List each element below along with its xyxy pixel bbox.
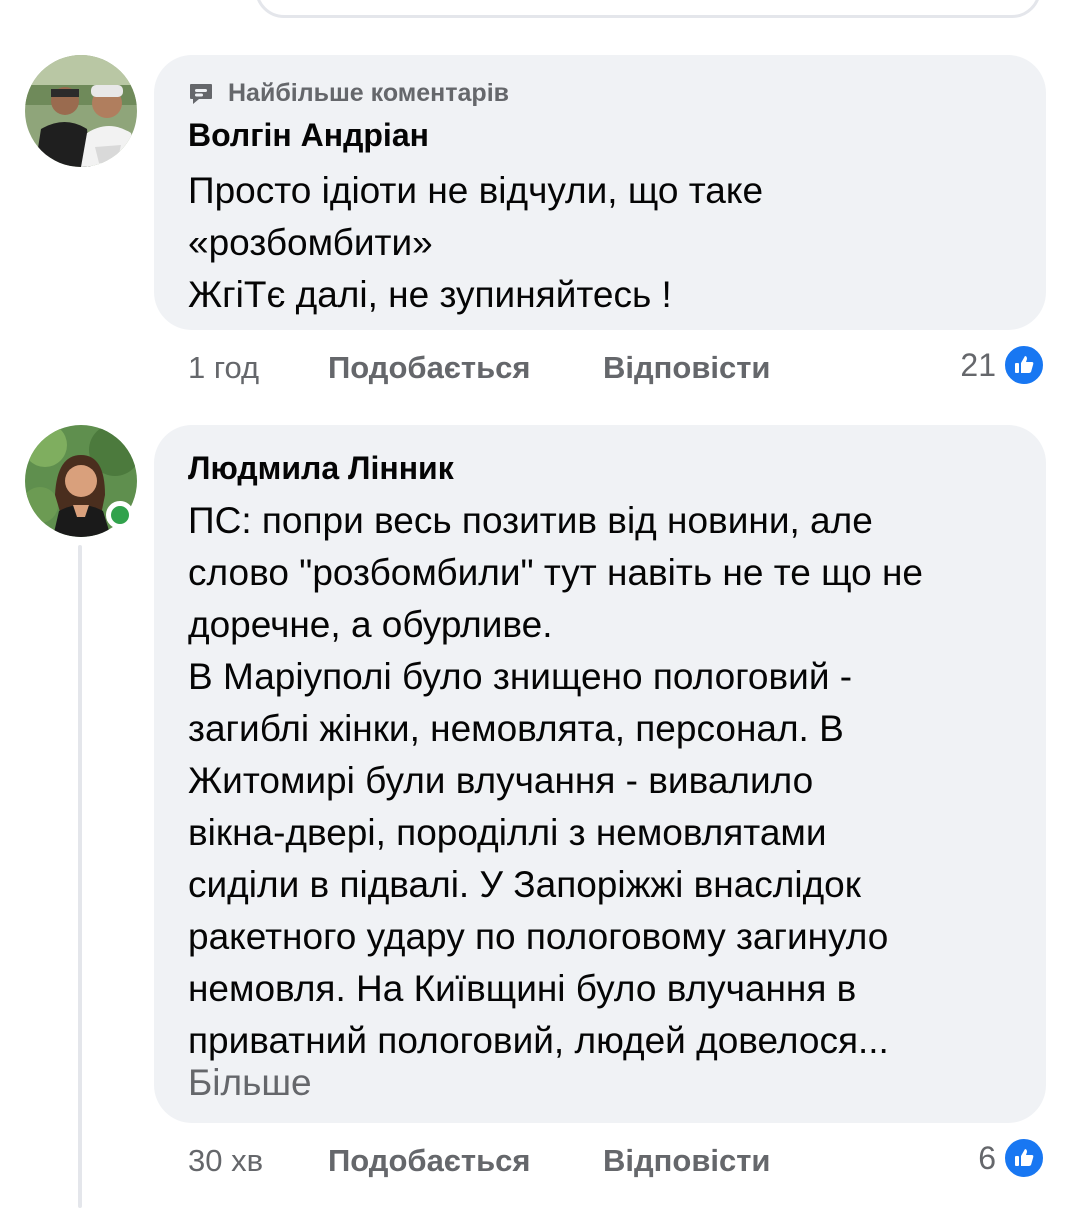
comment-time[interactable]: 30 хв xyxy=(188,1143,263,1179)
comment-actions: 1 год Подобається Відповісти xyxy=(188,350,771,390)
text-line: доречне, а обурливе. xyxy=(188,604,553,645)
thumbs-up-icon xyxy=(1002,1136,1046,1180)
text-line: «розбомбити» xyxy=(188,222,433,263)
text-line: ракетного удару по пологовому загинуло xyxy=(188,916,889,957)
top-commenter-badge: Найбільше коментарів xyxy=(188,79,509,108)
see-more-link[interactable]: Більше xyxy=(188,1057,312,1109)
badge-label: Найбільше коментарів xyxy=(228,79,510,107)
online-status-indicator xyxy=(106,501,134,529)
reply-thread-line xyxy=(78,545,82,1208)
reaction-count: 21 xyxy=(960,346,996,383)
comment-text: Просто ідіоти не відчули, що таке «розбо… xyxy=(188,165,763,321)
reaction-summary[interactable]: 21 xyxy=(960,343,1046,387)
text-line: ПС: попри весь позитив від новини, але xyxy=(188,500,873,541)
comment-text: ПС: попри весь позитив від новини, але с… xyxy=(188,495,923,1067)
like-button[interactable]: Подобається xyxy=(328,1143,531,1179)
text-line: сиділи в підвалі. У Запоріжжі внаслідок xyxy=(188,864,861,905)
text-line: загиблі жінки, немовлята, персонал. В xyxy=(188,708,844,749)
comment-bubble: Людмила Лінник ПС: попри весь позитив ві… xyxy=(154,425,1046,1123)
text-line: В Маріуполі було знищено пологовий - xyxy=(188,656,853,697)
text-line: слово "розбомбили" тут навіть не те що н… xyxy=(188,552,923,593)
thumbs-up-icon xyxy=(1002,343,1046,387)
text-line: вікна-двері, породіллі з немовлятами xyxy=(188,812,827,853)
text-line: ЖгіТє далі, не зупиняйтесь ! xyxy=(188,274,672,315)
comment-input-box[interactable] xyxy=(255,0,1041,18)
text-line: Просто ідіоти не відчули, що таке xyxy=(188,170,764,211)
comment-time[interactable]: 1 год xyxy=(188,350,259,386)
reaction-count: 6 xyxy=(978,1139,996,1176)
chat-bubble-icon xyxy=(188,81,214,107)
reply-button[interactable]: Відповісти xyxy=(603,350,771,386)
reply-button[interactable]: Відповісти xyxy=(603,1143,771,1179)
text-line: немовля. На Київщині було влучання в xyxy=(188,968,857,1009)
like-button[interactable]: Подобається xyxy=(328,350,531,386)
text-line: Житомирі були влучання - вивалило xyxy=(188,760,814,801)
reaction-summary[interactable]: 6 xyxy=(978,1136,1046,1180)
comment-actions: 30 хв Подобається Відповісти xyxy=(188,1143,771,1183)
author-name[interactable]: Людмила Лінник xyxy=(188,450,454,487)
comment-bubble: Найбільше коментарів Волгін Андріан Прос… xyxy=(154,55,1046,330)
avatar-volgin[interactable] xyxy=(25,55,137,167)
author-name[interactable]: Волгін Андріан xyxy=(188,117,429,154)
